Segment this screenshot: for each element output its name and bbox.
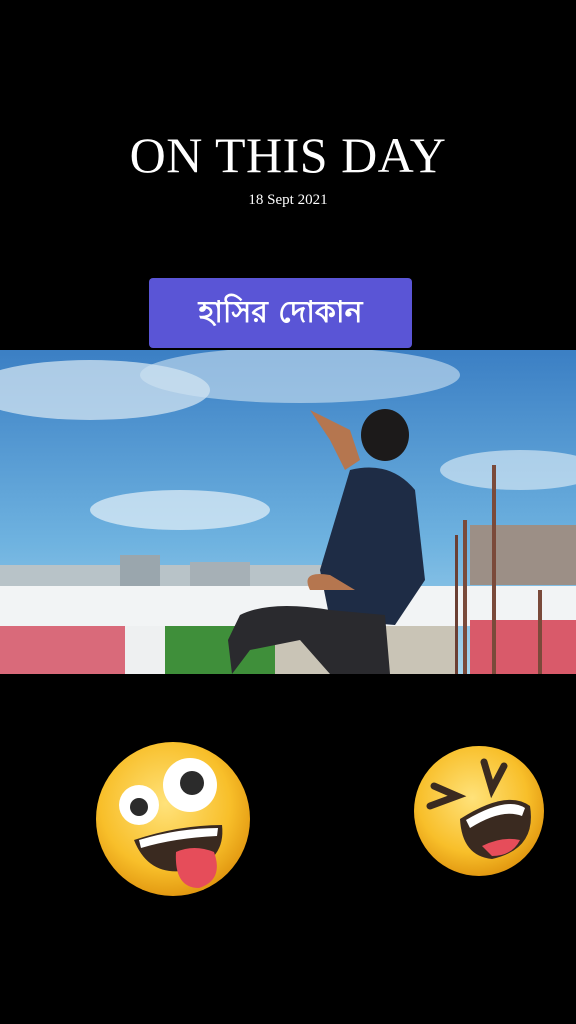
photo-scene (0, 350, 576, 674)
memory-title: ON THIS DAY (129, 127, 447, 183)
memory-date: 18 Sept 2021 (248, 192, 328, 208)
zany-face-icon (96, 742, 250, 896)
laughing-squint-face-icon (414, 746, 544, 876)
memory-photo[interactable] (0, 350, 576, 674)
label-banner: হাসির দোকান (149, 278, 412, 348)
